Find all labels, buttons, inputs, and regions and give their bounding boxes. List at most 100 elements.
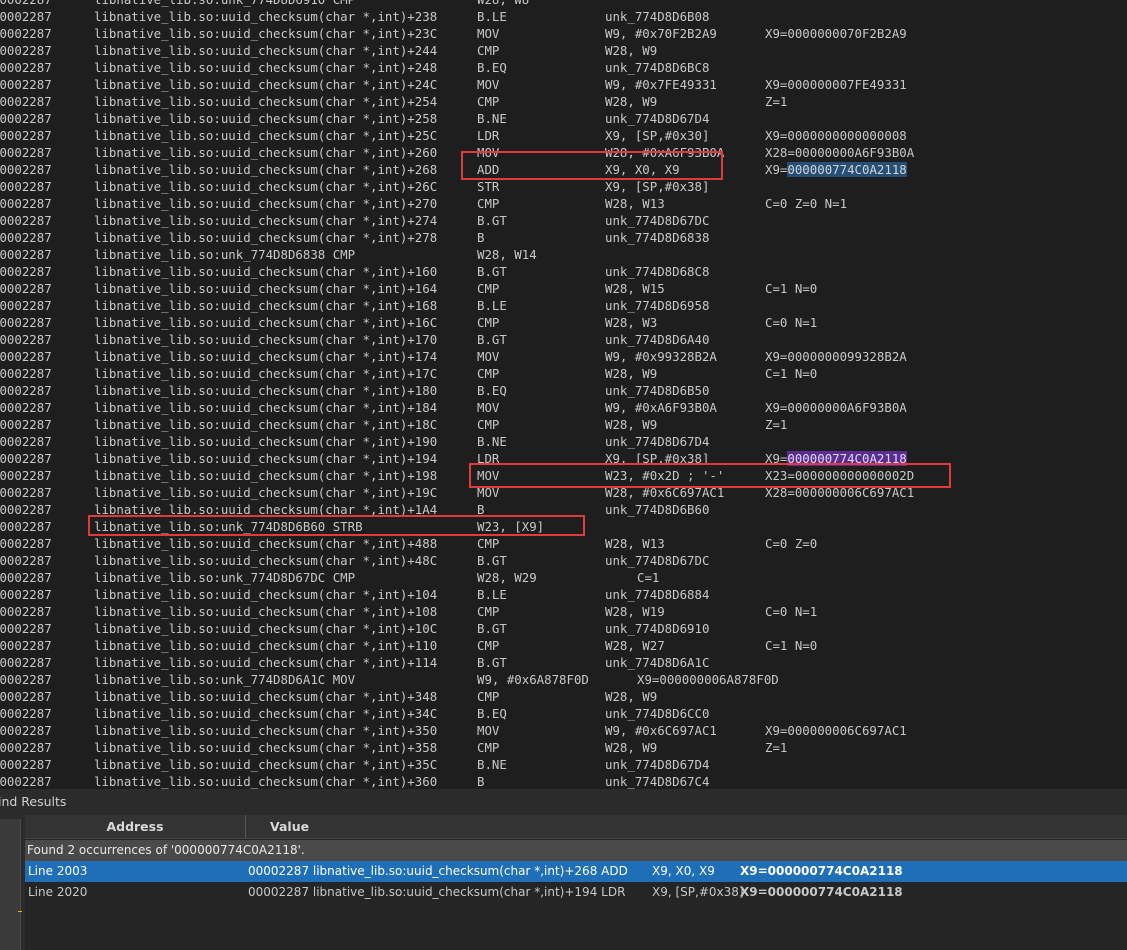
trace-address: 00002287: [0, 417, 52, 432]
trace-function: libnative_lib.so:unk_774D8D67DC CMP: [94, 570, 356, 585]
results-summary: Found 2 occurrences of '000000774C0A2118…: [25, 840, 1127, 861]
trace-row[interactable]: 00002287 libnative_lib.so:unk_774D8D67DC …: [0, 569, 1127, 586]
trace-function: libnative_lib.so:uuid_checksum(char *,in…: [94, 94, 438, 109]
trace-address: 00002287: [0, 587, 52, 602]
trace-operands: unk_774D8D67D4: [605, 757, 710, 772]
trace-row[interactable]: 00002287 libnative_lib.so:uuid_checksum(c…: [0, 586, 1127, 603]
result-row[interactable]: Line 2003 00002287 libnative_lib.so:uuid_…: [25, 861, 1127, 882]
trace-function: libnative_lib.so:uuid_checksum(char *,in…: [94, 264, 438, 279]
trace-row[interactable]: 00002287 libnative_lib.so:uuid_checksum(c…: [0, 620, 1127, 637]
trace-function: libnative_lib.so:uuid_checksum(char *,in…: [94, 468, 438, 483]
trace-operands: W28, W9: [605, 366, 658, 381]
trace-row[interactable]: 00002287 libnative_lib.so:uuid_checksum(c…: [0, 110, 1127, 127]
trace-row[interactable]: 00002287 libnative_lib.so:uuid_checksum(c…: [0, 331, 1127, 348]
highlighted-value[interactable]: 000000774C0A2118: [787, 162, 907, 177]
trace-row[interactable]: 00002287 libnative_lib.so:uuid_checksum(c…: [0, 654, 1127, 671]
trace-function: libnative_lib.so:uuid_checksum(char *,in…: [94, 366, 438, 381]
trace-address: 00002287: [0, 434, 52, 449]
trace-mnemonic: B.NE: [477, 111, 507, 126]
trace-row[interactable]: 00002287 libnative_lib.so:uuid_checksum(c…: [0, 365, 1127, 382]
trace-row[interactable]: 00002287 libnative_lib.so:uuid_checksum(c…: [0, 280, 1127, 297]
trace-function: libnative_lib.so:uuid_checksum(char *,in…: [94, 332, 438, 347]
trace-register-comment: C=1: [637, 570, 660, 585]
trace-row[interactable]: 00002287 libnative_lib.so:uuid_checksum(c…: [0, 8, 1127, 25]
trace-register-comment: X9=000000774C0A2118: [765, 161, 907, 178]
trace-row[interactable]: 00002287 libnative_lib.so:uuid_checksum(c…: [0, 603, 1127, 620]
column-header-address[interactable]: Address: [25, 815, 246, 838]
trace-function: libnative_lib.so:uuid_checksum(char *,in…: [94, 213, 438, 228]
find-results-panel: ind Results Address Value Found 2 occurr…: [0, 789, 1127, 950]
trace-row[interactable]: 00002287 libnative_lib.so:uuid_checksum(c…: [0, 433, 1127, 450]
trace-row[interactable]: 00002287 libnative_lib.so:unk_774D8D6A1C …: [0, 671, 1127, 688]
trace-operands: W28, W9: [605, 740, 658, 755]
trace-address: 00002287: [0, 366, 52, 381]
trace-address: 00002287: [0, 9, 52, 24]
trace-row[interactable]: 00002287 libnative_lib.so:uuid_checksum(c…: [0, 773, 1127, 789]
trace-function: libnative_lib.so:uuid_checksum(char *,in…: [94, 349, 438, 364]
trace-function: libnative_lib.so:uuid_checksum(char *,in…: [94, 485, 438, 500]
trace-row[interactable]: 00002287 libnative_lib.so:uuid_checksum(c…: [0, 195, 1127, 212]
trace-row[interactable]: 00002287 libnative_lib.so:uuid_checksum(c…: [0, 229, 1127, 246]
trace-function: libnative_lib.so:uuid_checksum(char *,in…: [94, 621, 438, 636]
trace-row[interactable]: 00002287 libnative_lib.so:uuid_checksum(c…: [0, 76, 1127, 93]
trace-mnemonic: B.NE: [477, 757, 507, 772]
trace-row[interactable]: 00002287 libnative_lib.so:unk_774D8D6838 …: [0, 246, 1127, 263]
trace-function: libnative_lib.so:unk_774D8D6910 CMP: [94, 0, 355, 8]
trace-function: libnative_lib.so:uuid_checksum(char *,in…: [94, 757, 438, 772]
trace-function: libnative_lib.so:uuid_checksum(char *,in…: [94, 43, 438, 58]
trace-row[interactable]: 00002287 libnative_lib.so:uuid_checksum(c…: [0, 535, 1127, 552]
trace-address: 00002287: [0, 43, 52, 58]
trace-address: 00002287: [0, 128, 52, 143]
trace-row[interactable]: 00002287 libnative_lib.so:unk_774D8D6910 …: [0, 0, 1127, 8]
trace-mnemonic: B.LE: [477, 587, 507, 602]
trace-operands: W28, W14: [477, 247, 537, 262]
trace-row[interactable]: 00002287 libnative_lib.so:uuid_checksum(c…: [0, 739, 1127, 756]
trace-row[interactable]: 00002287 libnative_lib.so:uuid_checksum(c…: [0, 59, 1127, 76]
trace-row[interactable]: 00002287 libnative_lib.so:uuid_checksum(c…: [0, 127, 1127, 144]
trace-row[interactable]: 00002287 libnative_lib.so:uuid_checksum(c…: [0, 399, 1127, 416]
trace-view[interactable]: 00002287 libnative_lib.so:unk_774D8D6910 …: [0, 0, 1127, 789]
trace-function: libnative_lib.so:uuid_checksum(char *,in…: [94, 587, 438, 602]
trace-operands: W28, W19: [605, 604, 665, 619]
trace-row[interactable]: 00002287 libnative_lib.so:uuid_checksum(c…: [0, 263, 1127, 280]
trace-row[interactable]: 00002287 libnative_lib.so:uuid_checksum(c…: [0, 314, 1127, 331]
trace-row[interactable]: 00002287 libnative_lib.so:uuid_checksum(c…: [0, 637, 1127, 654]
results-table[interactable]: Address Value Found 2 occurrences of '00…: [25, 815, 1127, 950]
trace-function: libnative_lib.so:uuid_checksum(char *,in…: [94, 179, 438, 194]
trace-row[interactable]: 00002287 libnative_lib.so:uuid_checksum(c…: [0, 382, 1127, 399]
trace-row[interactable]: 00002287 libnative_lib.so:uuid_checksum(c…: [0, 688, 1127, 705]
trace-row[interactable]: 00002287 libnative_lib.so:uuid_checksum(c…: [0, 348, 1127, 365]
panel-side-strip: [0, 819, 22, 950]
trace-function: libnative_lib.so:uuid_checksum(char *,in…: [94, 315, 438, 330]
trace-address: 00002287: [0, 553, 52, 568]
result-row[interactable]: Line 2020 00002287 libnative_lib.so:uuid_…: [25, 882, 1127, 903]
trace-register-comment: X9=0000000000000008: [765, 128, 907, 143]
trace-address: 00002287: [0, 672, 52, 687]
trace-row[interactable]: 00002287 libnative_lib.so:uuid_checksum(c…: [0, 93, 1127, 110]
trace-operands: W9, #0x6A878F0D: [477, 672, 589, 687]
trace-row[interactable]: 00002287 libnative_lib.so:uuid_checksum(c…: [0, 297, 1127, 314]
trace-address: 00002287: [0, 264, 52, 279]
trace-address: 00002287: [0, 162, 52, 177]
trace-mnemonic: B.LE: [477, 9, 507, 24]
trace-address: 00002287: [0, 349, 52, 364]
trace-mnemonic: B.EQ: [477, 706, 507, 721]
trace-row[interactable]: 00002287 libnative_lib.so:uuid_checksum(c…: [0, 416, 1127, 433]
strip-marker: [18, 911, 22, 912]
column-header-value[interactable]: Value: [270, 815, 309, 838]
trace-mnemonic: B.LE: [477, 298, 507, 313]
trace-register-comment: X9=00000000A6F93B0A: [765, 400, 907, 415]
trace-address: 00002287: [0, 519, 52, 534]
trace-row[interactable]: 00002287 libnative_lib.so:uuid_checksum(c…: [0, 722, 1127, 739]
trace-mnemonic: MOV: [477, 400, 500, 415]
trace-row[interactable]: 00002287 libnative_lib.so:uuid_checksum(c…: [0, 25, 1127, 42]
result-line: Line 2020: [28, 885, 88, 899]
trace-row[interactable]: 00002287 libnative_lib.so:uuid_checksum(c…: [0, 756, 1127, 773]
trace-address: 00002287: [0, 485, 52, 500]
trace-row[interactable]: 00002287 libnative_lib.so:uuid_checksum(c…: [0, 552, 1127, 569]
trace-row[interactable]: 00002287 libnative_lib.so:uuid_checksum(c…: [0, 178, 1127, 195]
trace-row[interactable]: 00002287 libnative_lib.so:uuid_checksum(c…: [0, 42, 1127, 59]
trace-address: 00002287: [0, 26, 52, 41]
trace-row[interactable]: 00002287 libnative_lib.so:uuid_checksum(c…: [0, 705, 1127, 722]
trace-row[interactable]: 00002287 libnative_lib.so:uuid_checksum(c…: [0, 212, 1127, 229]
